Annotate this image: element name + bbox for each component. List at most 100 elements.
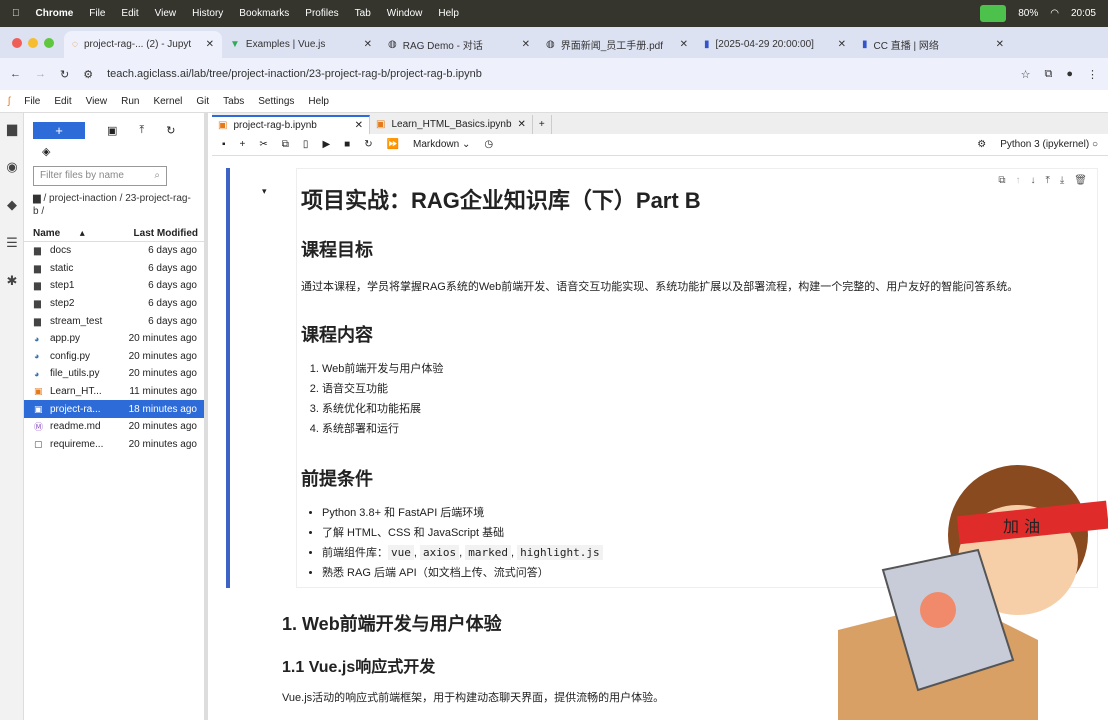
file-row[interactable]: ▆ static 6 days ago <box>24 260 204 278</box>
browser-tab-live[interactable]: ▮ CC 直播 | 网络 ✕ <box>854 31 1012 58</box>
menu-history[interactable]: History <box>192 8 223 19</box>
close-icon[interactable]: ✕ <box>518 119 526 130</box>
file-row[interactable]: ▣ project-ra... 18 minutes ago <box>24 400 204 418</box>
camera-icon[interactable] <box>980 5 1007 22</box>
duplicate-icon[interactable]: ⧉ <box>998 175 1005 186</box>
site-info-icon[interactable]: ⚙ <box>83 68 93 81</box>
menu-tab[interactable]: Tab <box>355 8 371 19</box>
jmenu-settings[interactable]: Settings <box>258 96 294 107</box>
new-launcher-button[interactable]: + <box>33 121 85 139</box>
minimize-window-button[interactable] <box>28 37 38 48</box>
menu-edit[interactable]: Edit <box>121 8 138 19</box>
run-icon[interactable]: ▶ <box>322 139 330 150</box>
toc-icon[interactable]: ☰ <box>0 235 24 251</box>
paste-icon[interactable]: ▯ <box>303 139 309 150</box>
running-icon[interactable]: ◉ <box>0 159 24 175</box>
heading-content: 课程内容 <box>301 325 373 345</box>
bookmark-star-icon[interactable]: ☆ <box>1021 68 1031 81</box>
tab-learn-html[interactable]: ▣ Learn_HTML_Basics.ipynb ✕ <box>370 115 533 134</box>
filter-input[interactable]: Filter files by name ⌕ <box>33 166 167 186</box>
cell-type-select[interactable]: Markdown ⌄ <box>413 139 470 150</box>
jmenu-run[interactable]: Run <box>121 96 139 107</box>
file-modified: 6 days ago <box>148 315 197 327</box>
file-row[interactable]: ◕ file_utils.py 20 minutes ago <box>24 365 204 383</box>
folder-icon[interactable]: ▆ <box>0 121 24 137</box>
history-icon[interactable]: ◷ <box>484 139 493 150</box>
file-row[interactable]: Ⓜreadme.md 20 minutes ago <box>24 418 204 436</box>
close-icon[interactable]: ✕ <box>996 39 1004 50</box>
tab-project-rag-b[interactable]: ▣ project-rag-b.ipynb ✕ <box>212 115 370 134</box>
menu-window[interactable]: Window <box>387 8 423 19</box>
collapse-icon[interactable]: ▾ <box>262 186 267 197</box>
reload-icon[interactable]: ↻ <box>60 68 69 81</box>
file-row[interactable]: ▆ step1 6 days ago <box>24 277 204 295</box>
jmenu-help[interactable]: Help <box>308 96 329 107</box>
git-clone-icon[interactable]: ◈ <box>24 141 204 158</box>
jmenu-tabs[interactable]: Tabs <box>223 96 244 107</box>
menu-app[interactable]: Chrome <box>36 8 74 19</box>
run-all-icon[interactable]: ⏩ <box>387 139 399 150</box>
jmenu-file[interactable]: File <box>24 96 40 107</box>
close-icon[interactable]: ✕ <box>522 39 530 50</box>
move-down-icon[interactable]: ↓ <box>1030 175 1035 186</box>
jmenu-kernel[interactable]: Kernel <box>153 96 182 107</box>
save-icon[interactable]: ▪ <box>222 139 226 150</box>
menu-profiles[interactable]: Profiles <box>305 8 338 19</box>
browser-tab-meeting[interactable]: ▮ [2025-04-29 20:00:00] ✕ <box>696 31 854 58</box>
sort-modified-header[interactable]: Last Modified <box>134 228 198 239</box>
close-window-button[interactable] <box>12 37 22 48</box>
upload-icon[interactable]: ⤒ <box>139 124 144 137</box>
folder-icon: ▆ <box>34 262 41 273</box>
insert-above-icon[interactable]: ⤒ <box>1045 175 1049 186</box>
close-icon[interactable]: ✕ <box>364 39 372 50</box>
url-input[interactable]: teach.agiclass.ai/lab/tree/project-inact… <box>107 68 1007 80</box>
new-tab-button[interactable]: + <box>533 115 552 134</box>
git-icon[interactable]: ◆ <box>0 197 24 213</box>
more-icon[interactable]: ⋮ <box>1087 68 1098 81</box>
extension-icon[interactable]: ✱ <box>0 273 24 289</box>
file-row[interactable]: ◕ config.py 20 minutes ago <box>24 348 204 366</box>
kernel-status[interactable]: Python 3 (ipykernel) ○ <box>1000 139 1098 150</box>
menu-help[interactable]: Help <box>438 8 459 19</box>
browser-tab-jupyter[interactable]: ◌ project-rag-... (2) - Jupyt ✕ <box>64 31 222 58</box>
apple-icon[interactable]:  <box>12 8 20 19</box>
jmenu-git[interactable]: Git <box>196 96 209 107</box>
close-icon[interactable]: ✕ <box>838 39 846 50</box>
new-folder-icon[interactable]: ▣ <box>107 124 117 137</box>
zoom-window-button[interactable] <box>44 37 54 48</box>
file-row[interactable]: ◕ app.py 20 minutes ago <box>24 330 204 348</box>
browser-tab-pdf[interactable]: ◍ 界面新闻_员工手册.pdf ✕ <box>538 31 696 58</box>
move-up-icon[interactable]: ↑ <box>1015 175 1020 186</box>
sort-name-header[interactable]: Name ▴ <box>33 228 85 239</box>
file-row[interactable]: ▆ docs 6 days ago <box>24 242 204 260</box>
profile-avatar[interactable]: ● <box>1066 68 1073 80</box>
breadcrumb[interactable]: ▆ / project-inaction / 23-project-rag-b … <box>24 186 204 224</box>
forward-icon[interactable]: → <box>35 68 46 80</box>
cut-icon[interactable]: ✂ <box>259 139 267 150</box>
back-icon[interactable]: ← <box>10 68 21 80</box>
wifi-icon[interactable]: ◠ <box>1050 8 1059 19</box>
menu-bookmarks[interactable]: Bookmarks <box>239 8 289 19</box>
jmenu-edit[interactable]: Edit <box>54 96 71 107</box>
add-cell-icon[interactable]: + <box>240 139 246 150</box>
menu-view[interactable]: View <box>155 8 177 19</box>
kernel-settings-icon[interactable]: ⚙ <box>977 139 986 150</box>
stop-icon[interactable]: ■ <box>344 139 350 150</box>
refresh-icon[interactable]: ↻ <box>166 124 175 137</box>
menu-file[interactable]: File <box>89 8 105 19</box>
jmenu-view[interactable]: View <box>86 96 108 107</box>
file-row[interactable]: ▢ requireme... 20 minutes ago <box>24 436 204 454</box>
file-row[interactable]: ▆ stream_test 6 days ago <box>24 312 204 330</box>
restart-icon[interactable]: ↻ <box>364 139 372 150</box>
delete-icon[interactable]: 🗑 <box>1074 175 1087 186</box>
browser-tab-vue[interactable]: ▼ Examples | Vue.js ✕ <box>222 31 380 58</box>
file-row[interactable]: ▆ step2 6 days ago <box>24 295 204 313</box>
close-icon[interactable]: ✕ <box>206 39 214 50</box>
close-icon[interactable]: ✕ <box>680 39 688 50</box>
extensions-icon[interactable]: ⧉ <box>1044 68 1052 81</box>
close-icon[interactable]: ✕ <box>355 120 363 131</box>
insert-below-icon[interactable]: ⤓ <box>1060 175 1064 186</box>
copy-icon[interactable]: ⧉ <box>282 139 289 150</box>
browser-tab-rag-demo[interactable]: ◍ RAG Demo - 对话 ✕ <box>380 31 538 58</box>
file-row[interactable]: ▣ Learn_HT... 11 minutes ago <box>24 383 204 401</box>
